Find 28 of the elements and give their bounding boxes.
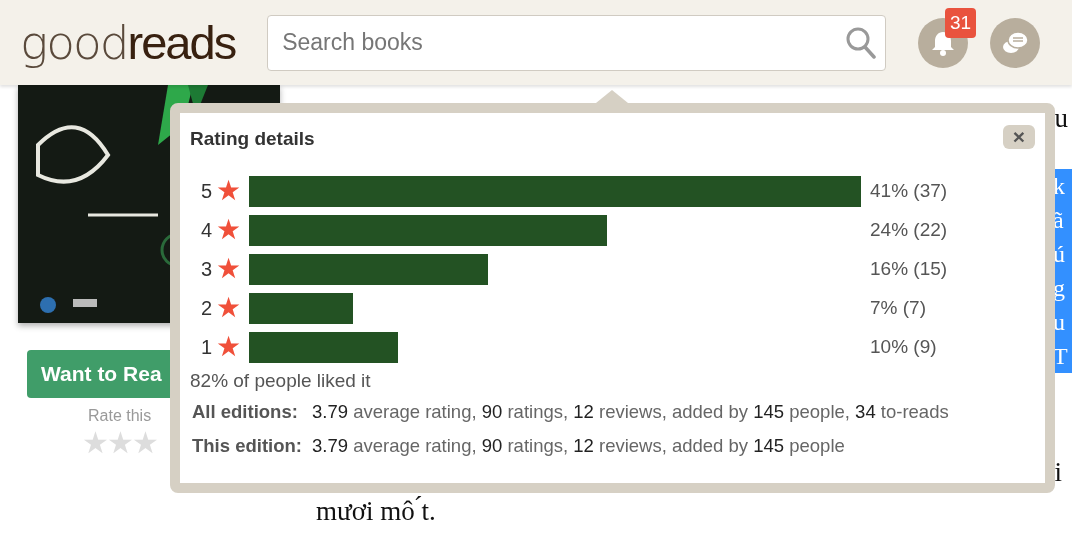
star-icon: ★ bbox=[216, 216, 241, 244]
star-icon: ★ bbox=[216, 177, 241, 205]
liked-summary: 82% of people liked it bbox=[190, 368, 372, 393]
rating-percentage: 7% (7) bbox=[870, 295, 926, 320]
star-icon: ★ bbox=[216, 255, 241, 283]
notification-count: 31 bbox=[945, 7, 977, 38]
search-icon[interactable] bbox=[846, 26, 877, 59]
body-text: u bbox=[1054, 105, 1068, 132]
edition-stats: This edition: 3.79 average rating, 90 ratings, 12 reviews, added by 145 people bbox=[191, 434, 846, 458]
rating-percentage: 24% (22) bbox=[870, 217, 948, 242]
star-icon: ★ bbox=[216, 294, 241, 322]
close-button[interactable]: × bbox=[1003, 125, 1035, 149]
star-icon: ★ bbox=[216, 333, 241, 361]
star-count-label: 2 bbox=[199, 296, 212, 321]
popup-title: Rating details bbox=[190, 127, 315, 151]
body-text: i bbox=[1054, 459, 1062, 486]
star-count-label: 4 bbox=[199, 218, 212, 243]
goodreads-logo[interactable]: goodreads bbox=[20, 19, 236, 66]
rating-percentage: 41% (37) bbox=[870, 178, 948, 203]
body-text: mươi mô ́t. bbox=[316, 498, 436, 525]
star-count-label: 1 bbox=[199, 335, 212, 360]
rating-percentage: 16% (15) bbox=[870, 256, 948, 281]
rate-label: Rate this bbox=[88, 406, 152, 426]
edition-stats: All editions: 3.79 average rating, 90 ratings, 12 reviews, added by 145 people, 34 to-reads bbox=[191, 400, 950, 424]
search-field[interactable]: Search books bbox=[267, 14, 887, 71]
star-count-label: 3 bbox=[199, 257, 212, 282]
rating-percentage: 10% (9) bbox=[870, 334, 937, 359]
star-count-label: 5 bbox=[199, 179, 212, 204]
